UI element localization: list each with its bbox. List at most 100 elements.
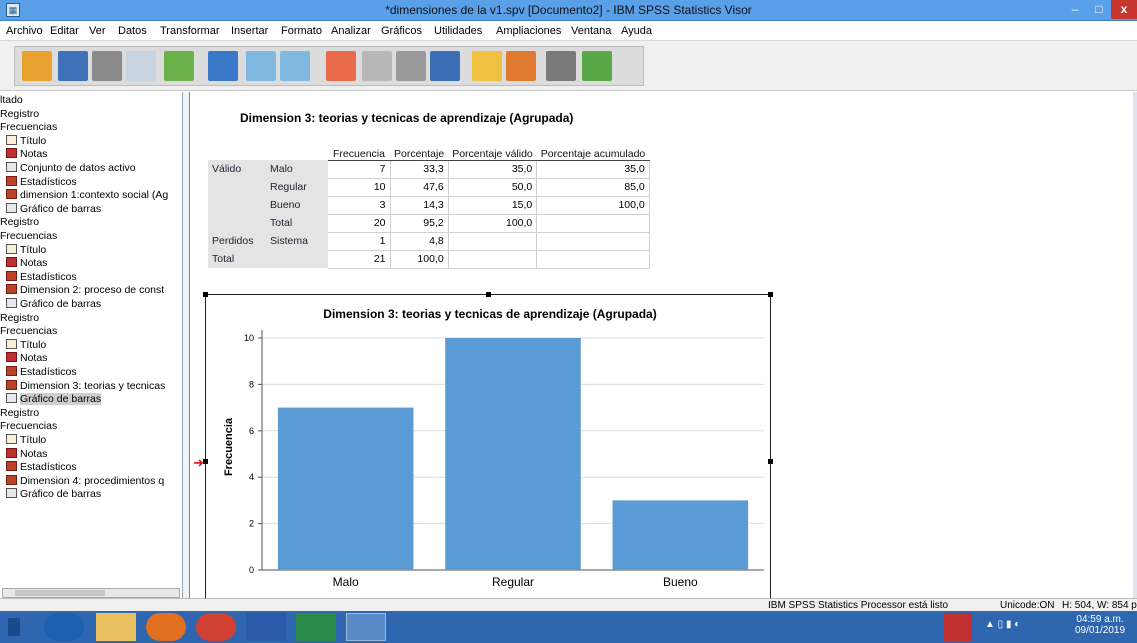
outline-item[interactable]: Conjunto de datos activo	[0, 162, 181, 174]
menu-datos[interactable]: Datos	[118, 25, 147, 37]
outline-item[interactable]: Registro	[0, 216, 181, 228]
hide-icon[interactable]	[546, 51, 576, 81]
outline-item[interactable]: Notas	[0, 352, 181, 364]
menu-insertar[interactable]: Insertar	[231, 25, 268, 37]
resize-handle[interactable]	[768, 292, 773, 297]
menu-archivo[interactable]: Archivo	[6, 25, 43, 37]
menu-ayuda[interactable]: Ayuda	[621, 25, 652, 37]
outline-item[interactable]: Título	[0, 134, 181, 147]
undo-icon[interactable]	[246, 51, 276, 81]
open-folder-icon[interactable]	[22, 51, 52, 81]
y-tick-label: 10	[244, 333, 254, 343]
table-title: Dimension 3: teorias y tecnicas de apren…	[240, 111, 574, 125]
outline-item[interactable]: Notas	[0, 447, 181, 460]
chart-icon	[6, 393, 17, 404]
outline-item-label: Notas	[20, 257, 48, 270]
menu-formato[interactable]: Formato	[281, 25, 322, 37]
outline-horizontal-scrollbar[interactable]	[2, 588, 180, 598]
outline-item-label: Frecuencias	[0, 325, 58, 338]
outline-item[interactable]: Frecuencias	[0, 230, 181, 242]
resize-handle[interactable]	[768, 459, 773, 464]
outline-item[interactable]: Estadísticos	[0, 175, 181, 188]
outline-item[interactable]: Notas	[0, 257, 181, 269]
outline-item[interactable]: Frecuencias	[0, 325, 181, 337]
outline-item[interactable]: Gráfico de barras	[0, 488, 181, 500]
insert-output-icon[interactable]	[472, 51, 502, 81]
outline-item[interactable]: Estadísticos	[0, 270, 181, 283]
menu-analizar[interactable]: Analizar	[331, 25, 371, 37]
goto-case-icon[interactable]	[326, 51, 356, 81]
bar-chart-container[interactable]: Dimension 3: teorias y tecnicas de apren…	[205, 294, 771, 600]
menu-utilidades[interactable]: Utilidades	[434, 25, 482, 37]
goto-data-icon[interactable]	[208, 51, 238, 81]
chart-icon	[6, 162, 17, 172]
frequency-table[interactable]: Frecuencia Porcentaje Porcentaje válido …	[208, 132, 650, 269]
menu-transformar[interactable]: Transformar	[160, 25, 220, 37]
export-icon[interactable]	[164, 51, 194, 81]
outline-item[interactable]: Dimension 2: proceso de const	[0, 284, 181, 296]
outline-item[interactable]: Título	[0, 338, 181, 351]
table-cell: 3	[328, 196, 391, 215]
outline-item[interactable]: Estadísticos	[0, 366, 181, 378]
row-group-label: Total	[208, 250, 266, 268]
file-explorer-icon[interactable]	[96, 613, 136, 641]
weight-icon[interactable]	[396, 51, 426, 81]
outline-item-label: Notas	[20, 148, 48, 161]
menu-ventana[interactable]: Ventana	[571, 25, 611, 37]
outline-item[interactable]: ltado	[0, 94, 181, 106]
resize-handle[interactable]	[203, 292, 208, 297]
menu-ampliaciones[interactable]: Ampliaciones	[496, 25, 561, 37]
outline-item[interactable]: Dimension 4: procedimientos q	[0, 474, 181, 487]
chrome-icon[interactable]	[196, 613, 236, 641]
outline-item[interactable]: Frecuencias	[0, 121, 181, 133]
resize-handle[interactable]	[486, 292, 491, 297]
print-preview-icon[interactable]	[126, 51, 156, 81]
table-icon	[6, 474, 17, 485]
table-row: Bueno 3 14,3 15,0 100,0	[208, 196, 650, 215]
excel-icon[interactable]	[296, 613, 336, 641]
row-label: Regular	[266, 178, 328, 196]
row-group-label: Perdidos	[208, 232, 266, 250]
internet-explorer-icon[interactable]	[44, 613, 84, 641]
spss-taskbar-icon[interactable]	[346, 613, 386, 641]
outline-item[interactable]: Gráfico de barras	[0, 298, 181, 310]
firefox-icon[interactable]	[146, 613, 186, 641]
outline-item[interactable]: Estadísticos	[0, 461, 181, 473]
outline-item[interactable]: Título	[0, 434, 181, 446]
outline-item[interactable]: dimension 1:contexto social (Ag	[0, 189, 181, 201]
outline-item[interactable]: Frecuencias	[0, 420, 181, 432]
outline-item[interactable]: Registro	[0, 312, 181, 324]
maximize-button[interactable]: □	[1087, 0, 1111, 19]
notification-app-icon[interactable]	[944, 613, 972, 641]
resize-handle[interactable]	[203, 459, 208, 464]
table-cell	[448, 232, 538, 251]
outline-item[interactable]: Título	[0, 243, 181, 256]
menu-bar: Archivo Editar Ver Datos Transformar Ins…	[0, 21, 1137, 41]
split-icon[interactable]	[430, 51, 460, 81]
print-icon[interactable]	[92, 51, 122, 81]
outline-item[interactable]: Dimension 3: teorias y tecnicas	[0, 379, 181, 392]
outline-item[interactable]: Gráfico de barras	[0, 393, 181, 406]
content-vertical-scrollbar[interactable]	[1133, 92, 1137, 598]
outline-item-label: Registro	[0, 107, 40, 120]
outline-item[interactable]: Registro	[0, 108, 181, 120]
show-icon[interactable]	[582, 51, 612, 81]
menu-editar[interactable]: Editar	[50, 25, 79, 37]
clock[interactable]: 04:59 a.m. 09/01/2019	[1075, 614, 1125, 636]
save-icon[interactable]	[58, 51, 88, 81]
scrollbar-thumb[interactable]	[15, 590, 105, 596]
redo-icon[interactable]	[280, 51, 310, 81]
table-cell	[448, 250, 538, 269]
goto-variable-icon[interactable]	[362, 51, 392, 81]
tray-icons[interactable]: ▲ ▯ ▮ ◐	[985, 619, 1020, 630]
menu-ver[interactable]: Ver	[89, 25, 106, 37]
designate-window-icon[interactable]	[506, 51, 536, 81]
minimize-button[interactable]: –	[1063, 0, 1087, 19]
close-button[interactable]: x	[1111, 0, 1137, 19]
outline-item[interactable]: Registro	[0, 407, 181, 419]
outline-item[interactable]: Notas	[0, 148, 181, 160]
word-icon[interactable]	[246, 613, 286, 641]
outline-item[interactable]: Gráfico de barras	[0, 202, 181, 215]
menu-graficos[interactable]: Gráficos	[381, 25, 422, 37]
outline-pane[interactable]: ltado Registro Frecuencias Título Notas Conju…	[0, 92, 183, 598]
